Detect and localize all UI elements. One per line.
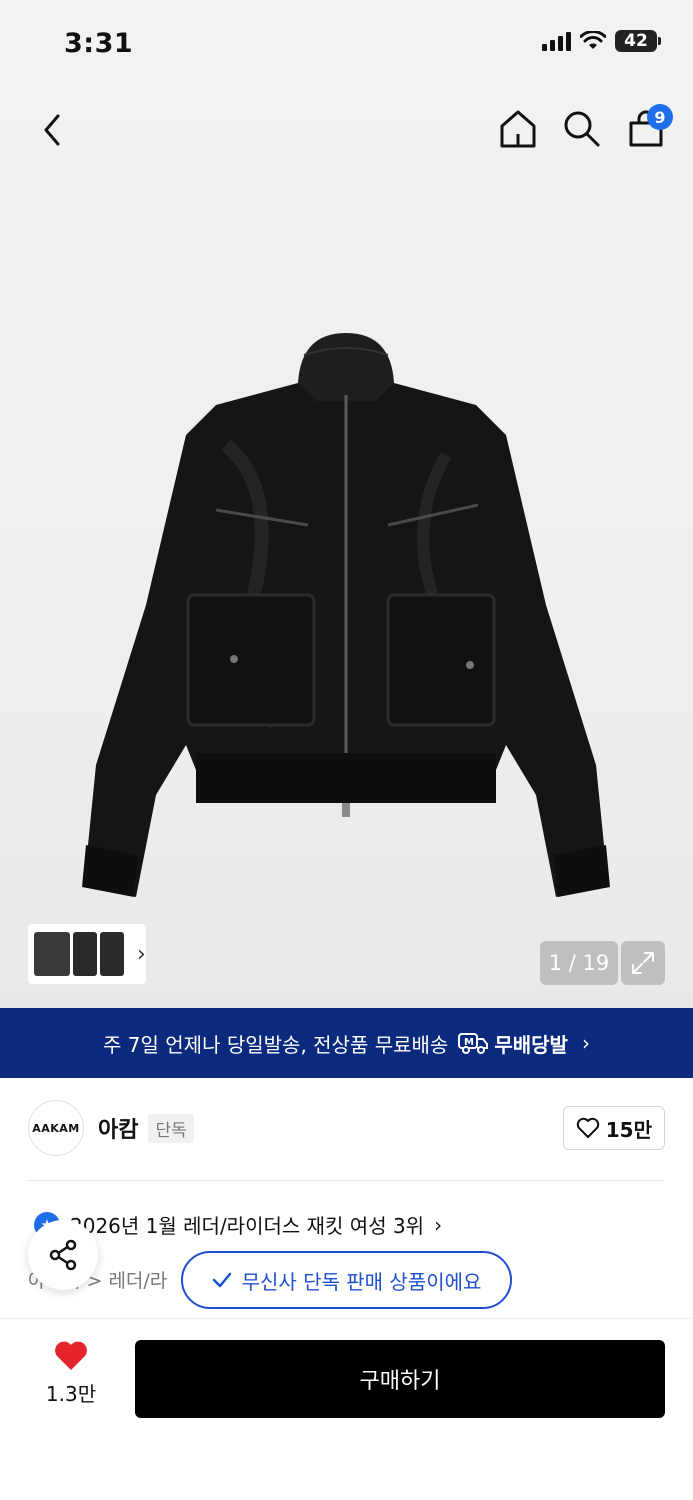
cart-button[interactable]: 9 <box>625 104 673 152</box>
chevron-left-icon <box>44 114 60 146</box>
image-page-counter: 1 / 19 <box>540 941 618 985</box>
home-button[interactable] <box>497 106 539 152</box>
check-icon <box>212 1272 231 1288</box>
svg-text:M: M <box>464 1037 474 1048</box>
exclusive-tag: 단독 <box>148 1113 194 1143</box>
free-shipping-badge: M 무배당발 <box>458 1029 568 1058</box>
banner-text: 주 7일 언제나 당일발송, 전상품 무료배송 <box>103 1032 449 1057</box>
product-gallery: 3:31 42 9 › 1 / 19 <box>0 0 693 1008</box>
brand-like-count: 15만 <box>605 1117 652 1142</box>
cellular-signal-icon <box>542 31 571 51</box>
wishlist-count: 1.3만 <box>45 1382 97 1406</box>
delivery-truck-icon: M <box>458 1033 489 1054</box>
wifi-icon <box>580 31 606 49</box>
banner-badge-label: 무배당발 <box>494 1032 568 1057</box>
wishlist-button[interactable]: 1.3만 <box>38 1340 104 1407</box>
status-indicators: 42 <box>542 30 661 52</box>
ranking-link[interactable]: ★ 2026년 1월 레더/라이더스 재킷 여성 3위 › <box>34 1210 442 1239</box>
chevron-right-icon: › <box>137 941 146 967</box>
shipping-promo-banner[interactable]: 주 7일 언제나 당일발송, 전상품 무료배송 M 무배당발 › <box>0 1008 693 1078</box>
status-time: 3:31 <box>64 28 134 59</box>
search-button[interactable] <box>561 106 603 152</box>
cart-count-badge: 9 <box>647 104 673 130</box>
home-icon <box>500 110 536 148</box>
share-button[interactable] <box>28 1220 98 1290</box>
heart-outline-icon <box>576 1117 599 1138</box>
back-button[interactable] <box>30 108 74 152</box>
heart-filled-icon <box>55 1341 87 1370</box>
product-image-leather-jacket[interactable] <box>76 325 616 915</box>
expand-icon <box>632 952 654 974</box>
divider <box>28 1180 665 1181</box>
exclusive-sale-notice: 무신사 단독 판매 상품이에요 <box>181 1251 512 1309</box>
ranking-text: 2026년 1월 레더/라이더스 재킷 여성 3위 <box>70 1214 425 1238</box>
search-icon <box>564 111 600 147</box>
thumbnail-image[interactable] <box>100 932 124 976</box>
nav-actions: 9 <box>497 104 673 152</box>
brand-row: AAKAM 아캄 단독 15만 <box>28 1100 665 1156</box>
buy-button[interactable]: 구매하기 <box>135 1340 665 1418</box>
thumbnail-image[interactable] <box>73 932 97 976</box>
brand-like-button[interactable]: 15만 <box>562 1106 665 1150</box>
exclusive-notice-text: 무신사 단독 판매 상품이에요 <box>241 1269 482 1294</box>
thumbnail-image[interactable] <box>34 932 70 976</box>
brand-name[interactable]: 아캄 <box>98 1112 138 1144</box>
share-icon <box>49 1239 77 1271</box>
battery-icon: 42 <box>615 30 661 52</box>
thumbnail-strip[interactable]: › <box>28 924 146 984</box>
brand-logo[interactable]: AAKAM <box>28 1100 84 1156</box>
chevron-right-icon: › <box>434 1212 443 1237</box>
chevron-right-icon: › <box>581 1031 590 1055</box>
expand-image-button[interactable] <box>621 941 665 985</box>
